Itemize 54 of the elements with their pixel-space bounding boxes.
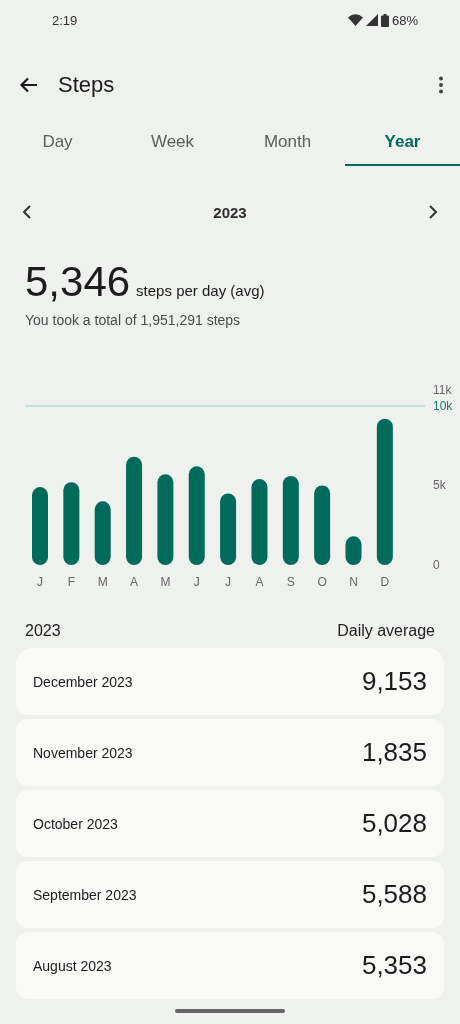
- month-axis-label: A: [130, 575, 139, 589]
- y-axis-label: 0: [433, 558, 440, 572]
- month-name: October 2023: [33, 815, 118, 832]
- month-card[interactable]: December 2023 9,153: [16, 648, 444, 715]
- month-axis-label: N: [349, 575, 358, 589]
- month-name: September 2023: [33, 886, 137, 903]
- month-axis-label: A: [255, 575, 264, 589]
- period-tab[interactable]: Day: [0, 120, 115, 166]
- month-axis-label: O: [317, 575, 327, 589]
- more-options-icon[interactable]: [438, 76, 444, 94]
- y-axis-label: 5k: [433, 478, 446, 493]
- steps-unit: steps per day (avg): [136, 282, 265, 299]
- status-time: 2:19: [52, 12, 79, 28]
- month-card[interactable]: August 2023 5,353: [16, 932, 444, 999]
- y-axis-label: 11k: [433, 383, 452, 397]
- month-axis-label: M: [160, 575, 171, 589]
- month-card[interactable]: September 2023 5,588: [16, 861, 444, 928]
- period-label: 2023: [212, 203, 248, 221]
- next-icon[interactable]: [428, 205, 438, 219]
- month-axis-label: M: [97, 575, 108, 589]
- list-period-label: 2023: [25, 621, 61, 640]
- month-axis-label: F: [67, 575, 75, 589]
- month-average: 5,588: [361, 879, 427, 910]
- month-card[interactable]: October 2023 5,028: [16, 790, 444, 857]
- month-name: November 2023: [33, 744, 133, 761]
- previous-icon[interactable]: [22, 205, 32, 219]
- list-metric-label: Daily average: [337, 621, 435, 640]
- month-axis-label: D: [380, 575, 390, 589]
- bar: [345, 536, 362, 565]
- month-average: 9,153: [361, 666, 427, 697]
- period-tab[interactable]: Week: [115, 120, 230, 166]
- bar: [220, 493, 237, 565]
- signal-icon: [365, 14, 378, 26]
- y-axis-label: 10k: [433, 398, 453, 413]
- month-average: 5,028: [361, 808, 427, 839]
- month-name: December 2023: [33, 673, 133, 690]
- month-axis-label: S: [286, 575, 295, 589]
- month-axis-label: J: [193, 575, 200, 589]
- period-tab[interactable]: Month: [230, 120, 345, 166]
- period-tab[interactable]: Year: [345, 120, 460, 166]
- month-axis-label: J: [225, 575, 232, 589]
- month-axis-label: J: [37, 575, 43, 589]
- month-average: 1,835: [361, 737, 427, 768]
- battery-icon: [380, 13, 389, 27]
- month-average: 5,353: [361, 950, 427, 981]
- battery-percent: 68%: [391, 12, 418, 28]
- average-steps: 5,346: [25, 258, 131, 306]
- total-steps-text: You took a total of 1,951,291 steps: [25, 312, 242, 328]
- screen-title: Steps: [58, 72, 116, 98]
- month-name: August 2023: [33, 957, 112, 974]
- bar: [94, 501, 111, 565]
- home-handle[interactable]: [175, 1009, 285, 1013]
- month-card[interactable]: November 2023 1,835: [16, 719, 444, 786]
- wifi-icon: [347, 14, 363, 26]
